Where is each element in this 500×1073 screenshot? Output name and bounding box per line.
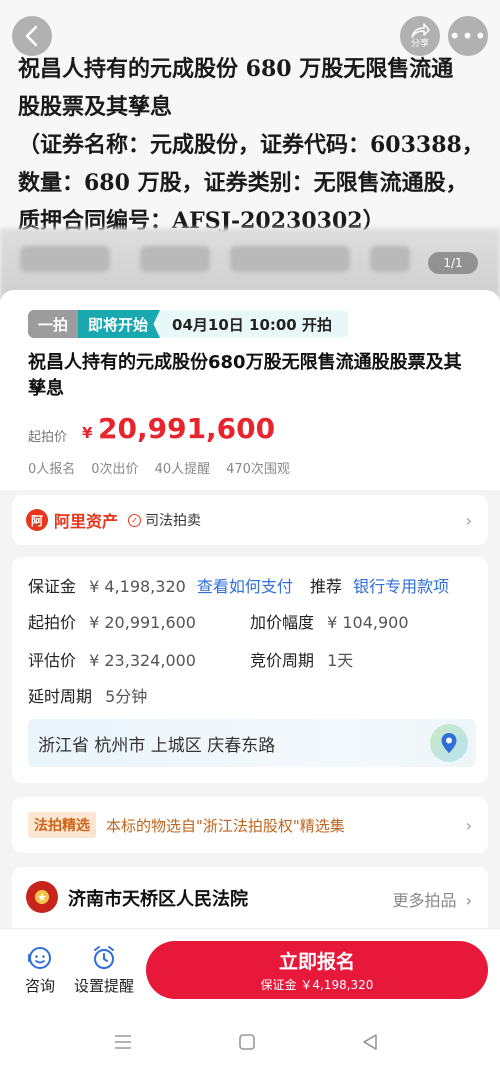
stat-signups: 0人报名 [28, 462, 76, 477]
system-navigation-bar [0, 1010, 500, 1073]
auction-detail-page: 祝昌人持有的元成股份 680 万股无限售流通 股股票及其孳息 （证券名称：元成股… [0, 0, 500, 1073]
square-home-icon [239, 1034, 255, 1050]
auction-summary-card: 一拍 即将开始 04月10日 10:00 开拍 祝昌人持有的元成股份680万股无… [0, 290, 500, 490]
recommend-label: 推荐 [310, 577, 343, 596]
triangle-back-icon [363, 1034, 377, 1050]
bottom-action-bar: 咨询 设置提醒 立即报名 保证金 ￥4,198,320 [0, 928, 500, 1010]
back-button[interactable] [12, 16, 52, 56]
auction-info-card: 保证金 ¥ 4,198,320 查看如何支付 推荐 银行专用款项 起拍价 ¥ 2… [12, 557, 488, 783]
court-emblem-icon: ★ [26, 881, 58, 913]
delay-label: 延时周期 [28, 687, 93, 706]
bank-payment-link[interactable]: 银行专用款项 [353, 577, 449, 596]
cycle-line: 竞价周期 1天 [250, 647, 353, 671]
image-counter: 1/1 [428, 252, 478, 274]
increment-value: ¥ 104,900 [327, 613, 409, 632]
stat-reminders: 40人提醒 [154, 462, 211, 477]
delay-line: 延时周期 5分钟 [28, 683, 147, 707]
cycle-label: 竞价周期 [250, 651, 315, 670]
hero-image-text: 祝昌人持有的元成股份 680 万股无限售流通 股股票及其孳息 （证券名称：元成股… [18, 56, 484, 234]
more-items-link[interactable]: 更多拍品 › [392, 887, 472, 911]
delay-value: 5分钟 [105, 687, 148, 706]
info-start-price-value: ¥ 20,991,600 [89, 613, 196, 632]
start-price-label: 起拍价 [28, 430, 68, 445]
currency-symbol: ¥ [82, 424, 93, 442]
selection-collection-row[interactable]: 法拍精选 本标的物选自"浙江法拍股权"精选集 › [12, 797, 488, 853]
start-price-line: 起拍价 ¥ 20,991,600 [28, 609, 196, 633]
more-items-label: 更多拍品 [392, 891, 457, 910]
stat-bids: 0次出价 [91, 462, 139, 477]
ali-assets-logo: 阿 [26, 509, 48, 531]
set-reminder-button[interactable]: 设置提醒 [74, 945, 134, 996]
auction-start-time: 04月10日 10:00 开拍 [156, 310, 348, 338]
increment-line: 加价幅度 ¥ 104,900 [250, 609, 409, 633]
deposit-line: 保证金 ¥ 4,198,320 查看如何支付 推荐 银行专用款项 [28, 573, 449, 597]
menu-nav-button[interactable] [111, 1030, 135, 1054]
map-pin-icon [430, 724, 468, 762]
back-nav-button[interactable] [358, 1030, 382, 1054]
increment-label: 加价幅度 [250, 613, 315, 632]
chevron-right-icon: › [465, 815, 472, 835]
back-arrow-icon [25, 25, 38, 47]
court-row[interactable]: ★ 济南市天桥区人民法院 更多拍品 › [12, 867, 488, 937]
check-circle-icon: ✓ [128, 513, 142, 527]
chevron-right-icon: › [465, 891, 472, 910]
merchant-row[interactable]: 阿 阿里资产 ✓ 司法拍卖 › [12, 495, 488, 545]
selection-text: 本标的物选自"浙江法拍股权"精选集 [106, 816, 345, 835]
court-name: 济南市天桥区人民法院 [68, 889, 248, 910]
stat-views: 470次围观 [226, 462, 290, 477]
info-start-price-label: 起拍价 [28, 613, 77, 632]
merchant-name: 阿里资产 [54, 512, 119, 531]
location-map[interactable]: 浙江省 杭州市 上城区 庆春东路 [28, 719, 476, 767]
auction-status-badge: 即将开始 [78, 310, 161, 338]
chevron-right-icon: › [465, 510, 472, 530]
selection-tag: 法拍精选 [28, 812, 96, 838]
start-price-value: 20,991,600 [98, 412, 276, 445]
share-button[interactable]: 分享 [400, 16, 440, 56]
chat-face-icon [28, 947, 51, 969]
share-label: 分享 [410, 39, 429, 49]
sign-up-deposit: 保证金 ￥4,198,320 [260, 978, 374, 992]
location-address: 浙江省 杭州市 上城区 庆春东路 [38, 736, 276, 756]
more-dots-icon: ••• [448, 24, 488, 48]
more-button[interactable]: ••• [448, 16, 488, 56]
cycle-value: 1天 [327, 651, 354, 670]
sign-up-button[interactable]: 立即报名 保证金 ￥4,198,320 [146, 941, 488, 999]
eval-price-line: 评估价 ¥ 23,324,000 [28, 647, 196, 671]
consult-label: 咨询 [24, 977, 55, 995]
auction-title: 祝昌人持有的元成股份680万股无限售流通股股票及其孳息 [28, 352, 462, 399]
share-icon [411, 23, 430, 38]
auction-badges: 一拍 即将开始 04月10日 10:00 开拍 [28, 310, 348, 338]
sign-up-label: 立即报名 [278, 951, 355, 973]
eval-price-label: 评估价 [28, 651, 77, 670]
judicial-auction-label: 司法拍卖 [145, 513, 202, 529]
how-to-pay-link[interactable]: 查看如何支付 [197, 577, 293, 596]
deposit-label: 保证金 [28, 577, 77, 596]
home-nav-button[interactable] [235, 1030, 259, 1054]
eval-price-value: ¥ 23,324,000 [89, 651, 196, 670]
consult-button[interactable]: 咨询 [10, 945, 70, 996]
auction-stats: 0人报名 0次出价 40人提醒 470次围观 [28, 458, 290, 477]
menu-lines-icon [115, 1035, 131, 1049]
auction-round-badge: 一拍 [28, 310, 79, 338]
alarm-clock-icon [94, 946, 114, 969]
set-reminder-label: 设置提醒 [74, 977, 135, 995]
deposit-value: ¥ 4,198,320 [89, 577, 186, 596]
judicial-auction-tag: ✓ 司法拍卖 [128, 510, 201, 530]
